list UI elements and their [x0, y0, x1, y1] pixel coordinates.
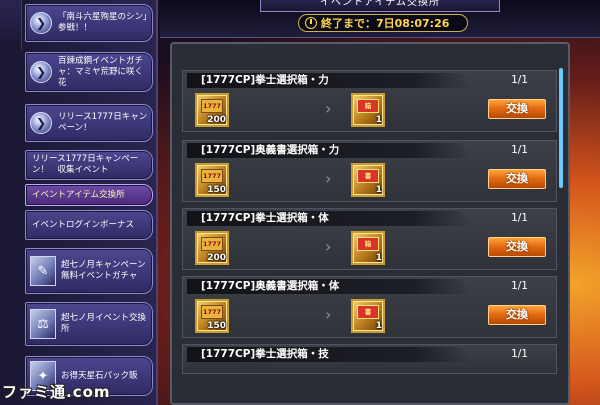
sidebar-item-free-gacha[interactable]: ✎ 超七ノ月キャンペーン 無料イベントガチャ [25, 248, 155, 294]
clock-icon [305, 17, 317, 29]
exchange-item-title: [1777CP]奥義書選択箱・力 [187, 143, 472, 158]
exchange-button[interactable]: 交換 [488, 99, 546, 119]
exchange-row: [1777CP]拳士選択箱・力 1/1 1777 200 › 箱 1 交換 [182, 70, 557, 132]
arrow-circle-icon: ❯ [30, 61, 52, 83]
exchange-count: 1/1 [511, 348, 528, 360]
arrow-circle-icon: ❯ [30, 112, 52, 134]
exchange-row: [1777CP]拳士選択箱・体 1/1 1777 200 › 箱 1 交換 [182, 208, 557, 270]
chevron-right-icon: › [325, 305, 332, 324]
sidebar-item-item-exchange[interactable]: イベントアイテム交換所 [25, 184, 153, 206]
sidebar-item-label: リリース1777日キャンペーン！ 収集イベント [32, 154, 139, 175]
reward-box-emblem: 書 [357, 169, 379, 183]
sidebar-item-label: 超七ノ月イベント交換所 [61, 313, 147, 334]
cost-item-icon: 1777 200 [195, 231, 229, 265]
reward-box-emblem: 箱 [357, 237, 379, 251]
reward-item-icon: 箱 1 [351, 93, 385, 127]
event-timer: 終了まで：7日08:07:26 [298, 14, 468, 32]
watermark-logo: ファミ通.com [2, 383, 111, 401]
sidebar-item-event-exchange[interactable]: ⚖ 超七ノ月イベント交換所 [25, 302, 153, 346]
reward-box-emblem: 書 [357, 305, 379, 319]
reward-quantity: 1 [375, 321, 382, 331]
sidebar-item-label: イベントアイテム交換所 [32, 189, 125, 200]
exchange-button[interactable]: 交換 [488, 237, 546, 257]
cost-item-icon: 1777 150 [195, 299, 229, 333]
arrow-circle-icon: ❯ [30, 12, 52, 34]
cp-medal-emblem: 1777 [201, 99, 223, 113]
exchange-count: 1/1 [511, 280, 528, 292]
exchange-row: [1777CP]奥義書選択箱・力 1/1 1777 150 › 書 1 交換 [182, 140, 557, 202]
reward-box-emblem: 箱 [357, 99, 379, 113]
sidebar-item-label: 超七ノ月キャンペーン 無料イベントガチャ [61, 260, 155, 281]
sidebar-item-label: リリース1777日キャンペーン！ [58, 112, 148, 133]
sidebar: ❯ 「南斗六星殉星のシン」参戦！！ ❯ 百鍊成鋼イベントガチャ：マミヤ荒野に咲く… [0, 0, 158, 405]
sidebar-item-label: 百鍊成鋼イベントガチャ：マミヤ荒野に咲く花 [58, 55, 144, 88]
reward-item-icon: 書 1 [351, 299, 385, 333]
sidebar-item-login-bonus[interactable]: イベントログインボーナス [25, 210, 153, 240]
exchange-item-title: [1777CP]拳士選択箱・技 [187, 347, 472, 362]
exchange-item-title: [1777CP]拳士選択箱・体 [187, 211, 472, 226]
cost-quantity: 200 [207, 253, 226, 263]
header: イベントアイテム交換所 終了まで：7日08:07:26 [160, 0, 600, 38]
chevron-right-icon: › [325, 169, 332, 188]
pen-icon: ✎ [30, 256, 56, 286]
exchange-count: 1/1 [511, 74, 528, 86]
sidebar-item-gacha-mamiya[interactable]: ❯ 百鍊成鋼イベントガチャ：マミヤ荒野に咲く花 [25, 52, 153, 92]
reward-quantity: 1 [375, 185, 382, 195]
exchange-button[interactable]: 交換 [488, 305, 546, 325]
cost-quantity: 200 [207, 115, 226, 125]
cp-medal-emblem: 1777 [201, 237, 223, 251]
exchange-item-title: [1777CP]拳士選択箱・力 [187, 73, 472, 88]
sidebar-item-label: イベントログインボーナス [32, 219, 135, 230]
exchange-item-title: [1777CP]奥義書選択箱・体 [187, 279, 472, 294]
exchange-list-panel[interactable]: [1777CP]拳士選択箱・力 1/1 1777 200 › 箱 1 交換 [1… [170, 42, 570, 405]
scrollbar[interactable] [559, 68, 563, 188]
sidebar-item-release-campaign[interactable]: ❯ リリース1777日キャンペーン！ [25, 104, 153, 142]
reward-quantity: 1 [375, 115, 382, 125]
scales-icon: ⚖ [30, 309, 56, 339]
exchange-count: 1/1 [511, 144, 528, 156]
cost-item-icon: 1777 200 [195, 93, 229, 127]
cost-item-icon: 1777 150 [195, 163, 229, 197]
cp-medal-emblem: 1777 [201, 169, 223, 183]
exchange-button[interactable]: 交換 [488, 169, 546, 189]
page-title: イベントアイテム交換所 [260, 0, 500, 12]
reward-item-icon: 書 1 [351, 163, 385, 197]
exchange-row: [1777CP]奥義書選択箱・体 1/1 1777 150 › 書 1 交換 [182, 276, 557, 338]
chevron-right-icon: › [325, 237, 332, 256]
sidebar-item-collect-event[interactable]: リリース1777日キャンペーン！ 収集イベント [25, 150, 153, 180]
chevron-right-icon: › [325, 99, 332, 118]
sidebar-item-shin-event[interactable]: ❯ 「南斗六星殉星のシン」参戦！！ [25, 4, 153, 42]
exchange-row: [1777CP]拳士選択箱・技 1/1 [182, 344, 557, 374]
reward-item-icon: 箱 1 [351, 231, 385, 265]
sidebar-strip [0, 0, 22, 50]
reward-quantity: 1 [375, 253, 382, 263]
sidebar-item-label: お得天星石パック販 [61, 370, 138, 381]
cost-quantity: 150 [207, 321, 226, 331]
cost-quantity: 150 [207, 185, 226, 195]
timer-text: 終了まで：7日08:07:26 [321, 17, 450, 30]
cp-medal-emblem: 1777 [201, 305, 223, 319]
sidebar-item-label: 「南斗六星殉星のシン」参戦！！ [58, 12, 148, 33]
exchange-count: 1/1 [511, 212, 528, 224]
